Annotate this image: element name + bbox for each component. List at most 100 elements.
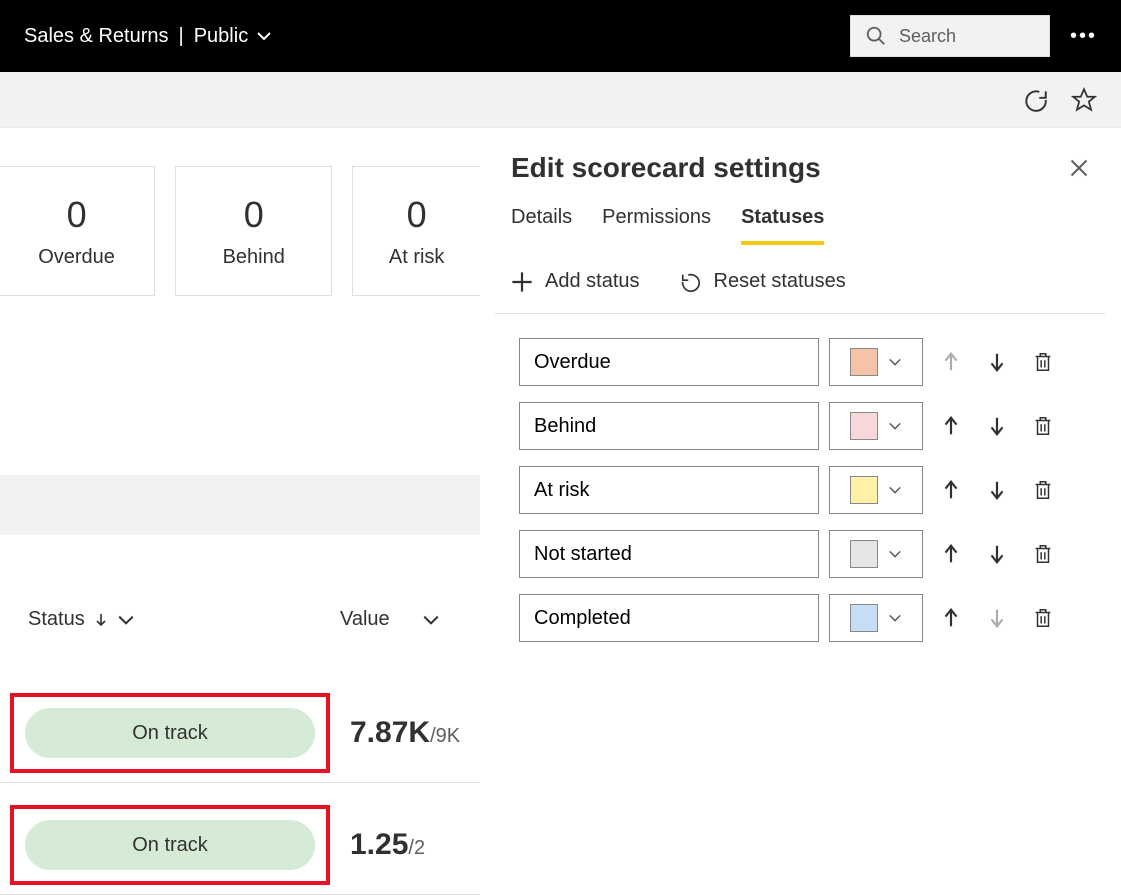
search-input[interactable]: Search xyxy=(850,15,1050,57)
move-up-button[interactable] xyxy=(933,472,969,508)
refresh-button[interactable] xyxy=(1023,87,1049,113)
card-overdue[interactable]: 0 Overdue xyxy=(0,166,155,296)
move-up-button[interactable] xyxy=(933,536,969,572)
status-list xyxy=(495,314,1105,642)
action-label: Add status xyxy=(545,270,640,293)
reset-statuses-button[interactable]: Reset statuses xyxy=(680,270,846,293)
arrow-up-icon xyxy=(940,607,962,629)
status-row xyxy=(519,338,1089,386)
close-button[interactable] xyxy=(1069,158,1089,178)
tab-statuses[interactable]: Statuses xyxy=(741,206,824,245)
status-highlight: On track xyxy=(10,805,330,885)
status-name-input[interactable] xyxy=(519,402,819,450)
favorite-button[interactable] xyxy=(1071,87,1097,113)
color-picker[interactable] xyxy=(829,594,923,642)
status-row xyxy=(519,594,1089,642)
table-row[interactable]: On track 7.87K /9K xyxy=(0,683,480,783)
column-header-value[interactable]: Value xyxy=(340,608,440,631)
column-label: Value xyxy=(340,608,390,631)
value-target: /9K xyxy=(430,725,460,748)
card-label: Overdue xyxy=(38,246,115,269)
row-separator xyxy=(0,782,480,783)
move-up-button xyxy=(933,344,969,380)
arrow-down-icon xyxy=(986,415,1008,437)
column-header-status[interactable]: Status xyxy=(28,608,135,631)
delete-button[interactable] xyxy=(1025,344,1061,380)
value-main: 7.87K xyxy=(350,716,430,750)
panel-actions: Add status Reset statuses xyxy=(495,246,1105,314)
breadcrumb-separator: | xyxy=(179,25,184,48)
move-up-button[interactable] xyxy=(933,408,969,444)
delete-button[interactable] xyxy=(1025,472,1061,508)
status-name-input[interactable] xyxy=(519,530,819,578)
tab-permissions[interactable]: Permissions xyxy=(602,206,711,245)
color-picker[interactable] xyxy=(829,338,923,386)
table-body: On track 7.87K /9K On track 1.25 /2 xyxy=(0,683,480,895)
status-text: On track xyxy=(132,834,208,857)
arrow-down-icon xyxy=(986,351,1008,373)
panel-title: Edit scorecard settings xyxy=(511,152,821,184)
trash-icon xyxy=(1032,351,1054,373)
refresh-icon xyxy=(1023,87,1049,113)
table-row[interactable]: On track 1.25 /2 xyxy=(0,795,480,895)
move-down-button[interactable] xyxy=(979,536,1015,572)
move-down-button xyxy=(979,600,1015,636)
card-value: 0 xyxy=(407,194,427,236)
add-status-button[interactable]: Add status xyxy=(511,270,640,293)
close-icon xyxy=(1069,158,1089,178)
color-swatch xyxy=(850,348,878,376)
color-picker[interactable] xyxy=(829,466,923,514)
chevron-down-icon xyxy=(888,547,902,561)
search-placeholder: Search xyxy=(899,26,956,47)
trash-icon xyxy=(1032,607,1054,629)
arrow-down-icon xyxy=(986,543,1008,565)
trash-icon xyxy=(1032,543,1054,565)
divider-strip xyxy=(0,475,480,535)
status-name-input[interactable] xyxy=(519,466,819,514)
arrow-up-icon xyxy=(940,415,962,437)
color-picker[interactable] xyxy=(829,402,923,450)
card-at-risk[interactable]: 0 At risk xyxy=(352,166,480,296)
value-cell: 7.87K /9K xyxy=(350,716,460,750)
status-pill[interactable]: On track xyxy=(25,708,315,758)
chevron-down-icon xyxy=(256,28,272,44)
breadcrumb: Sales & Returns | Public xyxy=(24,25,272,48)
status-highlight: On track xyxy=(10,693,330,773)
status-pill[interactable]: On track xyxy=(25,820,315,870)
move-down-button[interactable] xyxy=(979,344,1015,380)
chevron-down-icon xyxy=(888,355,902,369)
panel-tabs: Details Permissions Statuses xyxy=(495,184,1105,246)
chevron-down-icon xyxy=(888,419,902,433)
delete-button[interactable] xyxy=(1025,408,1061,444)
color-swatch xyxy=(850,540,878,568)
delete-button[interactable] xyxy=(1025,536,1061,572)
sort-down-icon xyxy=(93,612,109,628)
chevron-down-icon xyxy=(117,611,135,629)
status-name-input[interactable] xyxy=(519,594,819,642)
status-row xyxy=(519,402,1089,450)
status-name-input[interactable] xyxy=(519,338,819,386)
top-header: Sales & Returns | Public Search ••• xyxy=(0,0,1121,72)
card-value: 0 xyxy=(244,194,264,236)
arrow-down-icon xyxy=(986,479,1008,501)
trash-icon xyxy=(1032,479,1054,501)
card-value: 0 xyxy=(67,194,87,236)
status-row xyxy=(519,466,1089,514)
reset-icon xyxy=(680,271,702,293)
scope-label: Public xyxy=(194,25,248,48)
tab-details[interactable]: Details xyxy=(511,206,572,245)
chevron-down-icon xyxy=(422,611,440,629)
scope-dropdown[interactable]: Public xyxy=(194,25,272,48)
move-up-button[interactable] xyxy=(933,600,969,636)
more-menu[interactable]: ••• xyxy=(1070,25,1097,48)
app-title: Sales & Returns xyxy=(24,25,169,48)
arrow-down-icon xyxy=(986,607,1008,629)
move-down-button[interactable] xyxy=(979,472,1015,508)
color-picker[interactable] xyxy=(829,530,923,578)
move-down-button[interactable] xyxy=(979,408,1015,444)
action-label: Reset statuses xyxy=(714,270,846,293)
value-main: 1.25 xyxy=(350,828,408,862)
status-text: On track xyxy=(132,722,208,745)
delete-button[interactable] xyxy=(1025,600,1061,636)
card-behind[interactable]: 0 Behind xyxy=(175,166,332,296)
